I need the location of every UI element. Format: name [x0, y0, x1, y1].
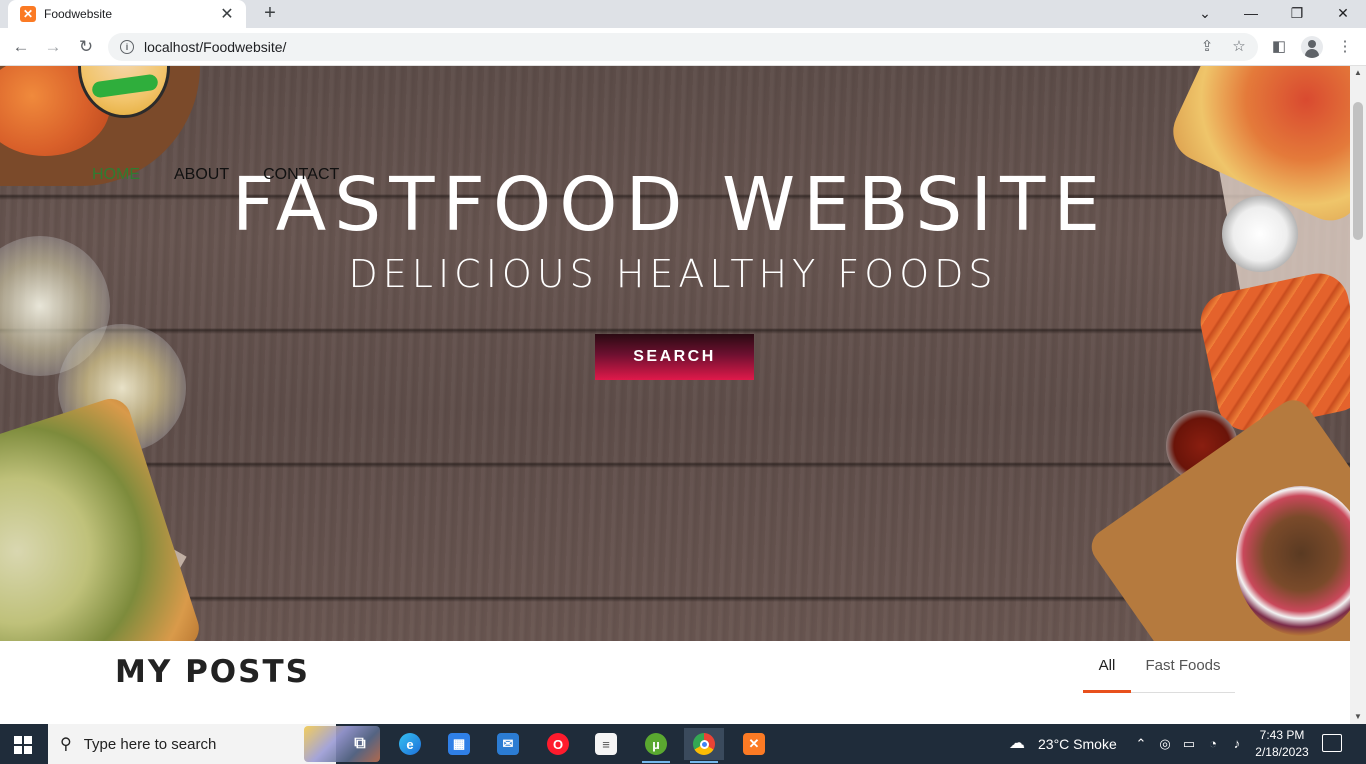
- opera-icon[interactable]: O: [538, 728, 578, 760]
- wifi-icon[interactable]: ◔: [1204, 735, 1222, 753]
- xampp-favicon-icon: ✕: [20, 6, 36, 22]
- meet-now-icon[interactable]: ◎: [1156, 735, 1174, 753]
- scrollbar-thumb[interactable]: [1353, 102, 1363, 240]
- taskbar-search-input[interactable]: ⚲ Type here to search: [48, 724, 380, 764]
- reload-icon[interactable]: ↻: [75, 36, 97, 58]
- posts-heading: MY POSTS: [115, 654, 310, 690]
- browser-tab[interactable]: ✕ Foodwebsite ✕: [8, 0, 246, 28]
- nav-about[interactable]: ABOUT: [174, 166, 229, 184]
- back-icon[interactable]: ←: [10, 36, 32, 58]
- search-placeholder: Type here to search: [83, 735, 217, 753]
- profile-avatar-icon[interactable]: [1301, 36, 1323, 58]
- weather-cloud-icon[interactable]: ☁: [1008, 735, 1026, 753]
- windows-start-icon[interactable]: [14, 736, 32, 754]
- volume-icon[interactable]: ♪: [1228, 735, 1246, 753]
- scroll-down-icon[interactable]: ▼: [1350, 710, 1366, 724]
- mail-icon[interactable]: ✉: [488, 728, 528, 760]
- chrome-icon[interactable]: [684, 728, 724, 763]
- url-text[interactable]: localhost/Foodwebsite/: [144, 39, 286, 55]
- tab-title: Foodwebsite: [44, 7, 113, 21]
- task-view-icon[interactable]: ⧉: [340, 728, 380, 760]
- forward-icon[interactable]: →: [42, 36, 64, 58]
- menu-kebab-icon[interactable]: ⋮: [1335, 37, 1355, 57]
- filter-tab-fast-foods[interactable]: Fast Foods: [1131, 641, 1235, 693]
- address-bar[interactable]: i localhost/Foodwebsite/ ⇪ ☆: [108, 33, 1258, 61]
- browser-toolbar: ← → ↻ i localhost/Foodwebsite/ ⇪ ☆ ◧ ⋮: [0, 28, 1366, 66]
- page-scrollbar[interactable]: ▲ ▼: [1350, 66, 1366, 724]
- tab-search-icon[interactable]: ⌄: [1182, 0, 1228, 28]
- battery-icon[interactable]: ▭: [1180, 735, 1198, 753]
- utorrent-icon[interactable]: µ: [636, 728, 676, 763]
- notepad-icon[interactable]: ≡: [586, 728, 626, 760]
- show-hidden-icons-icon[interactable]: ⌃: [1132, 735, 1150, 753]
- new-tab-button[interactable]: +: [258, 2, 282, 26]
- minimize-button[interactable]: —: [1228, 0, 1274, 28]
- nav-contact[interactable]: CONTACT: [263, 166, 339, 184]
- filter-tab-all[interactable]: All: [1083, 641, 1131, 693]
- scroll-up-icon[interactable]: ▲: [1350, 66, 1366, 80]
- weather-text[interactable]: 23°C Smoke: [1038, 724, 1117, 764]
- search-icon: ⚲: [60, 736, 72, 753]
- page-viewport: FASTFOOD WEBSITE DELICIOUS HEALTHY FOODS…: [0, 66, 1350, 724]
- search-button[interactable]: SEARCH: [595, 334, 754, 380]
- site-info-icon[interactable]: i: [120, 40, 134, 54]
- share-icon[interactable]: ⇪: [1198, 38, 1216, 56]
- store-icon[interactable]: ▦: [439, 728, 479, 760]
- browser-tabstrip: ✕ Foodwebsite ✕ + ⌄ — ❐ ✕: [0, 0, 1366, 28]
- notifications-icon[interactable]: [1322, 734, 1342, 752]
- close-window-button[interactable]: ✕: [1320, 0, 1366, 28]
- hero-subtitle: DELICIOUS HEALTHY FOODS: [348, 252, 998, 296]
- clock-time: 7:43 PM: [1259, 728, 1305, 742]
- taskbar-clock[interactable]: 7:43 PM 2/18/2023: [1252, 727, 1312, 761]
- edge-icon[interactable]: e: [390, 728, 430, 760]
- xampp-icon[interactable]: ✕: [734, 728, 774, 760]
- nav-home[interactable]: HOME: [92, 166, 140, 184]
- restore-button[interactable]: ❐: [1274, 0, 1320, 28]
- main-nav: HOME ABOUT CONTACT: [92, 166, 339, 184]
- bookmark-star-icon[interactable]: ☆: [1230, 38, 1248, 56]
- pizza-image: [0, 393, 205, 641]
- post-filter-tabs: All Fast Foods: [1083, 641, 1235, 693]
- close-tab-icon[interactable]: ✕: [218, 4, 236, 24]
- clock-date: 2/18/2023: [1255, 745, 1309, 759]
- hero-banner: FASTFOOD WEBSITE DELICIOUS HEALTHY FOODS…: [0, 66, 1350, 641]
- side-panel-icon[interactable]: ◧: [1269, 37, 1289, 57]
- windows-taskbar: ⚲ Type here to search ⧉ e ▦ ✉ O ≡ µ ✕ ☁ …: [0, 724, 1366, 764]
